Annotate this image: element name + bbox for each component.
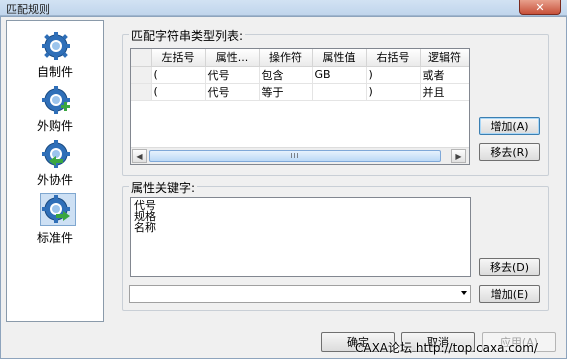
gear-arrow-right-icon [42,195,70,223]
row-header[interactable] [131,66,152,84]
remove-type-button[interactable]: 移去(R) [479,143,540,161]
keyword-combo[interactable] [129,285,471,303]
add-keyword-button[interactable]: 增加(E) [479,285,540,303]
table-cell[interactable]: 代号 [205,83,260,101]
column-header[interactable]: 属性... [205,49,260,67]
remove-type-button-label: 移去(R) [490,146,529,159]
thumb-grip: III [290,152,300,160]
add-keyword-button-label: 增加(E) [490,288,529,301]
keyword-list[interactable]: 代号 规格 名称 [130,197,471,277]
watermark-text: CAXA论坛 http://top.caxa.com/ [355,341,538,355]
remove-keyword-button-label: 移去(D) [489,261,530,274]
chevron-left-icon: ◀ [136,151,143,161]
sidebar-item-label: 外协件 [37,173,74,187]
category-sidebar: 自制件 外购件 外协件 标准件 [6,20,104,322]
grid-horizontal-scrollbar[interactable]: ◀ III ▶ [131,147,469,164]
gear-add-icon [42,86,70,114]
grid-header-row: 左括号 属性... 操作符 属性值 右括号 逻辑符 [131,49,469,67]
chevron-down-icon [461,291,467,295]
gear-icon [42,32,70,60]
column-header[interactable]: 操作符 [259,49,313,67]
title-bar: 匹配规则 ✕ [0,0,567,16]
sidebar-item-purchased[interactable]: 外购件 [7,85,103,135]
window-title: 匹配规则 [6,3,50,16]
list-item[interactable]: 名称 [134,222,467,233]
sidebar-item-self-made[interactable]: 自制件 [7,31,103,81]
gear-arrow-left-icon [42,140,70,168]
sidebar-item-outsourced[interactable]: 外协件 [7,139,103,189]
table-cell[interactable]: 或者 [420,66,469,84]
table-cell[interactable]: ) [366,66,421,84]
column-header[interactable]: 左括号 [151,49,206,67]
close-button[interactable]: ✕ [519,0,561,15]
sidebar-item-label: 标准件 [37,231,74,245]
sidebar-item-label: 自制件 [37,65,74,79]
table-row[interactable]: ( 代号 包含 GB ) 或者 [131,66,469,84]
column-header[interactable]: 逻辑符 [420,49,469,67]
row-header-corner [131,49,152,67]
scroll-left-button[interactable]: ◀ [132,149,147,163]
add-type-button-label: 增加(A) [490,120,529,133]
add-type-button[interactable]: 增加(A) [479,117,540,135]
table-cell[interactable]: ( [151,66,206,84]
table-cell[interactable]: 包含 [259,66,313,84]
sidebar-item-label: 外购件 [37,119,74,133]
remove-keyword-button[interactable]: 移去(D) [479,258,540,276]
column-header[interactable]: 属性值 [312,49,367,67]
row-header[interactable] [131,83,152,101]
type-list-group-title: 匹配字符串类型列表: [129,27,246,44]
chevron-right-icon: ▶ [455,151,462,161]
scroll-thumb[interactable]: III [149,150,441,162]
keyword-group-title: 属性关键字: [129,179,198,196]
table-cell[interactable]: ) [366,83,421,101]
table-cell[interactable]: 等于 [259,83,313,101]
table-row[interactable]: ( 代号 等于 ) 并且 [131,83,469,101]
scroll-right-button[interactable]: ▶ [451,149,466,163]
close-icon: ✕ [535,0,545,14]
table-cell[interactable]: 代号 [205,66,260,84]
table-cell[interactable] [312,83,367,101]
table-cell[interactable]: GB [312,66,367,84]
column-header[interactable]: 右括号 [366,49,421,67]
sidebar-item-standard[interactable]: 标准件 [7,193,103,245]
table-cell[interactable]: ( [151,83,206,101]
list-item[interactable]: 规格 [134,211,467,222]
list-item[interactable]: 代号 [134,200,467,211]
table-cell[interactable]: 并且 [420,83,469,101]
